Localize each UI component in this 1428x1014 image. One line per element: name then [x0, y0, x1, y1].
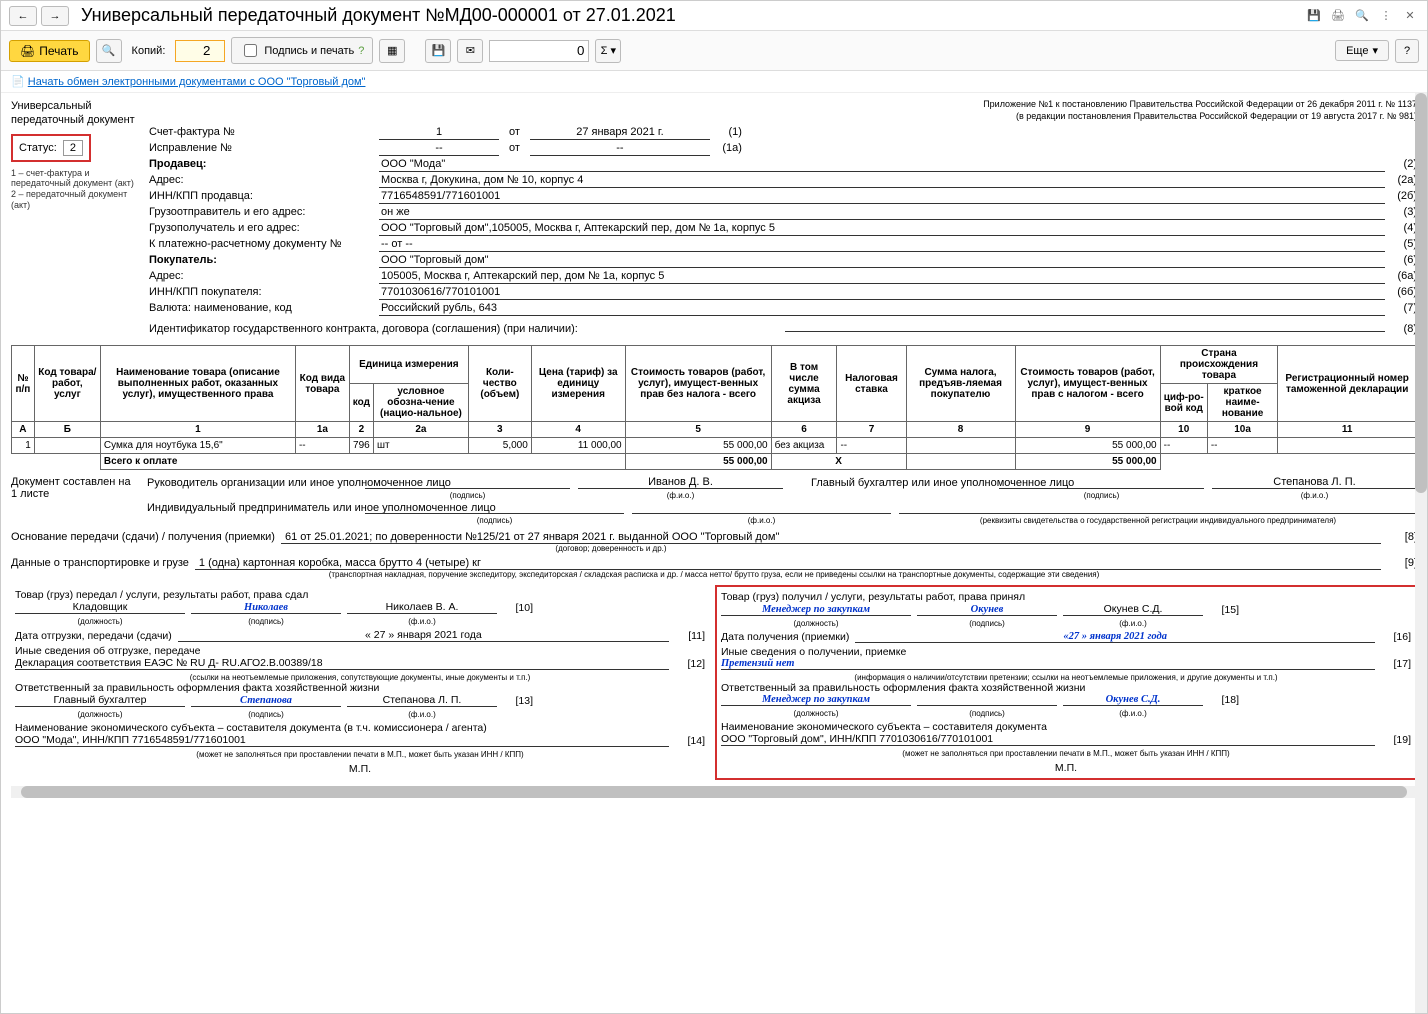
window-title: Универсальный передаточный документ №МД0…	[81, 5, 1305, 26]
receiver-block: Товар (груз) получил / услуги, результат…	[715, 585, 1417, 780]
horizontal-scrollbar[interactable]	[11, 786, 1417, 798]
acc-sign	[999, 488, 1204, 489]
contract-id	[785, 318, 1385, 332]
edi-linkbar: 📄 Начать обмен электронными документами …	[1, 71, 1427, 93]
more-button[interactable]: Еще▾	[1335, 40, 1389, 61]
copies-label: Копий:	[132, 45, 166, 57]
forward-button[interactable]: →	[41, 6, 69, 26]
sender-sign: Николаев	[191, 602, 341, 614]
receiver-stamp: М.П.	[721, 762, 1411, 774]
kebab-icon[interactable]: ⋮	[1377, 7, 1395, 25]
sender-resp-pos: Главный бухгалтер	[15, 694, 185, 707]
vertical-scrollbar[interactable]	[1415, 93, 1427, 1013]
status-box: Статус: 2	[11, 134, 91, 162]
receiver-resp-pos: Менеджер по закупкам	[721, 694, 911, 706]
contract-label: Идентификатор государственного контракта…	[149, 323, 785, 335]
receiver-org: ООО "Торговый дом", ИНН/КПП 7701030616/7…	[721, 733, 1375, 746]
receiver-fio: Окунев С.Д.	[1063, 603, 1203, 616]
invoice-no: 1	[379, 126, 499, 140]
head-fio: Иванов Д. В.	[578, 476, 783, 489]
seller-label: Продавец:	[149, 158, 379, 170]
sender-stamp: М.П.	[15, 763, 705, 775]
table-button[interactable]: ▦	[379, 39, 405, 63]
items-table: № п/п Код товара/ работ, услуг Наименова…	[11, 345, 1417, 470]
save-icon[interactable]: 💾	[1305, 7, 1323, 25]
chevron-down-icon: ▾	[1372, 44, 1378, 57]
sender-resp-fio: Степанова Л. П.	[347, 694, 497, 707]
accountant-label: Главный бухгалтер или иное уполномоченно…	[791, 477, 991, 489]
buyer-label: Покупатель:	[149, 254, 379, 266]
sender-fio: Николаев В. А.	[347, 601, 497, 614]
disk-button[interactable]: 💾	[425, 39, 451, 63]
status-label: Статус:	[19, 142, 57, 154]
total-row: Всего к оплате55 000,00X55 000,00	[12, 454, 1417, 470]
ip-label: Индивидуальный предприниматель или иное …	[147, 502, 357, 514]
copies-input[interactable]	[175, 40, 225, 62]
receiver-position: Менеджер по закупкам	[721, 604, 911, 616]
ship-other: Декларация соответствия ЕАЭС № RU Д- RU.…	[15, 657, 669, 670]
invoice-date: 27 января 2021 г.	[530, 126, 710, 140]
close-icon[interactable]: ✕	[1401, 7, 1419, 25]
table-row: 1Сумка для ноутбука 15,6"--796шт5,00011 …	[12, 438, 1417, 454]
status-note-2: 2 – передаточный документ (акт)	[11, 189, 141, 211]
sender-org: ООО "Мода", ИНН/КПП 7716548591/771601001	[15, 734, 669, 747]
receiver-resp-fio: Окунев С.Д.	[1063, 694, 1203, 706]
preview-icon[interactable]: 🔍	[1353, 7, 1371, 25]
print-label: Печать	[39, 44, 78, 58]
acc-fio: Степанова Л. П.	[1212, 476, 1417, 489]
paydoc: -- от --	[379, 238, 1385, 252]
ship-date: « 27 » января 2021 года	[178, 629, 669, 642]
receive-date: «27 » января 2021 года	[855, 631, 1375, 643]
receiver-sign: Окунев	[917, 604, 1057, 616]
toolbar: 🖨 Печать 🔍 Копий: Подпись и печать ? ▦ 💾…	[1, 31, 1427, 71]
print-icon[interactable]: 🖨	[1329, 7, 1347, 25]
currency: Российский рубль, 643	[379, 302, 1385, 316]
basis-value: 61 от 25.01.2021; по доверенности №125/2…	[281, 531, 1381, 544]
correction-label: Исправление №	[149, 142, 379, 154]
printer-icon: 🖨	[20, 44, 35, 58]
print-button[interactable]: 🖨 Печать	[9, 40, 90, 62]
doc-sheets: Документ составлен на 1 листе	[11, 476, 131, 527]
sign-checkbox[interactable]	[244, 44, 257, 57]
doc-type-title: Универсальный передаточный документ	[11, 99, 141, 128]
help-icon: ?	[358, 45, 364, 57]
status-value: 2	[63, 140, 83, 156]
buyer-value: ООО "Торговый дом"	[379, 254, 1385, 268]
transport-label: Данные о транспортировке и грузе	[11, 557, 189, 569]
basis-label: Основание передачи (сдачи) / получения (…	[11, 531, 275, 543]
seller-address: Москва г, Докукина, дом № 10, корпус 4	[379, 174, 1385, 188]
edi-icon: 📄	[11, 76, 25, 88]
seller-inn: 7716548591/771601001	[379, 190, 1385, 204]
head-label: Руководитель организации или иное уполно…	[147, 477, 357, 489]
qty-input[interactable]	[489, 40, 589, 62]
invoice-label: Счет-фактура №	[149, 126, 379, 138]
status-note-1: 1 – счет-фактура и передаточный документ…	[11, 168, 141, 190]
back-button[interactable]: ←	[9, 6, 37, 26]
sigma-button[interactable]: Σ ▾	[595, 39, 621, 63]
buyer-address: 105005, Москва г, Аптекарский пер, дом №…	[379, 270, 1385, 284]
sender-position: Кладовщик	[15, 601, 185, 614]
consignee: ООО "Торговый дом",105005, Москва г, Апт…	[379, 222, 1385, 236]
preview-button[interactable]: 🔍	[96, 39, 122, 63]
transport-value: 1 (одна) картонная коробка, масса брутто…	[195, 557, 1381, 570]
sender-block: Товар (груз) передал / услуги, результат…	[11, 585, 709, 780]
sign-print-button[interactable]: Подпись и печать ?	[231, 37, 373, 64]
shipper: он же	[379, 206, 1385, 220]
receive-other: Претензий нет	[721, 658, 1375, 670]
appendix-note: Приложение №1 к постановлению Правительс…	[149, 99, 1417, 122]
help-button[interactable]: ?	[1395, 39, 1419, 63]
sender-resp-sign: Степанова	[191, 695, 341, 707]
titlebar: ← → Универсальный передаточный документ …	[1, 1, 1427, 31]
mail-button[interactable]: ✉	[457, 39, 483, 63]
sign-print-label: Подпись и печать	[264, 45, 354, 57]
buyer-inn: 7701030616/770101001	[379, 286, 1385, 300]
edi-link[interactable]: Начать обмен электронными документами с …	[28, 76, 366, 88]
seller-value: ООО "Мода"	[379, 158, 1385, 172]
head-sign	[365, 488, 570, 489]
document-content: Универсальный передаточный документ Стат…	[1, 93, 1427, 1013]
